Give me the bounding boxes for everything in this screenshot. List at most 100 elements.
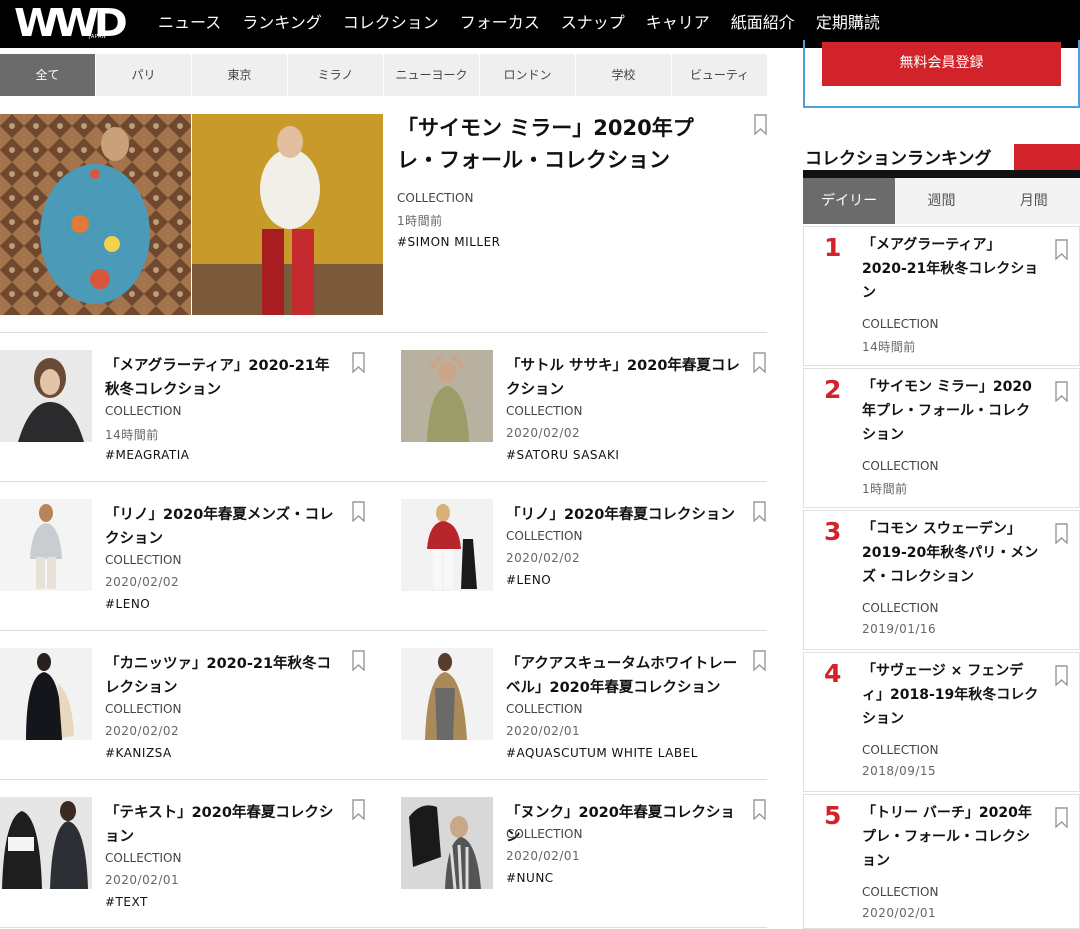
article-tag[interactable]: #LENO: [506, 573, 551, 587]
article-date: 2020/02/02: [506, 551, 581, 565]
wwd-logo[interactable]: WWD JAPAN: [14, 2, 138, 44]
rank-category[interactable]: COLLECTION: [862, 459, 938, 473]
article-title[interactable]: 「リノ」2020年春夏コレクション: [506, 503, 744, 527]
bookmark-icon[interactable]: [753, 650, 766, 671]
free-signup-button[interactable]: 無料会員登録: [822, 42, 1061, 86]
rank-category[interactable]: COLLECTION: [862, 317, 938, 331]
region-tab-school[interactable]: 学校: [576, 54, 671, 96]
article-tag[interactable]: #TEXT: [105, 895, 148, 909]
bookmark-icon[interactable]: [754, 114, 767, 135]
nav-item-paper[interactable]: 紙面紹介: [731, 0, 795, 48]
article-thumbnail[interactable]: [401, 648, 493, 740]
article-card[interactable]: 「リノ」2020年春夏コレクション COLLECTION 2020/02/02 …: [401, 499, 771, 639]
article-card[interactable]: 「アクアスキュータムホワイトレーベル」2020年春夏コレクション COLLECT…: [401, 648, 771, 788]
rank-number: 1: [824, 233, 842, 262]
ranking-item[interactable]: 1 「メアグラーティア」2020-21年秋冬コレクション COLLECTION …: [803, 226, 1080, 366]
hero-category[interactable]: COLLECTION: [397, 191, 473, 205]
article-tag[interactable]: #MEAGRATIA: [105, 448, 190, 462]
article-thumbnail[interactable]: [0, 499, 92, 591]
bookmark-icon[interactable]: [352, 650, 365, 671]
bookmark-icon[interactable]: [1055, 239, 1068, 260]
region-tab-london[interactable]: ロンドン: [480, 54, 575, 96]
article-date: 2020/02/01: [506, 849, 581, 863]
region-tab-all[interactable]: 全て: [0, 54, 95, 96]
bookmark-icon[interactable]: [352, 501, 365, 522]
nav-item-collection[interactable]: コレクション: [343, 0, 439, 48]
article-title[interactable]: 「ヌンク」2020年春夏コレクション: [506, 801, 744, 849]
nav-item-career[interactable]: キャリア: [646, 0, 710, 48]
bookmark-icon[interactable]: [1055, 381, 1068, 402]
article-card[interactable]: 「ヌンク」2020年春夏コレクション COLLECTION 2020/02/01…: [401, 797, 771, 929]
tab-weekly[interactable]: 週間: [895, 178, 988, 224]
region-tab-newyork[interactable]: ニューヨーク: [384, 54, 479, 96]
article-title[interactable]: 「カニッツァ」2020-21年秋冬コレクション: [105, 652, 343, 700]
article-category[interactable]: COLLECTION: [105, 851, 181, 865]
article-tag[interactable]: #AQUASCUTUM WHITE LABEL: [506, 746, 698, 760]
hero-image[interactable]: [0, 114, 383, 315]
rank-category[interactable]: COLLECTION: [862, 885, 938, 899]
article-card[interactable]: 「リノ」2020年春夏メンズ・コレクション COLLECTION 2020/02…: [0, 499, 370, 639]
article-thumbnail[interactable]: [401, 350, 493, 442]
ranking-item[interactable]: 2 「サイモン ミラー」2020年プレ・フォール・コレクション COLLECTI…: [803, 368, 1080, 508]
nav-item-focus[interactable]: フォーカス: [460, 0, 540, 48]
article-tag[interactable]: #SATORU SASAKI: [506, 448, 619, 462]
article-category[interactable]: COLLECTION: [506, 827, 582, 841]
article-category[interactable]: COLLECTION: [105, 553, 181, 567]
article-title[interactable]: 「テキスト」2020年春夏コレクション: [105, 801, 343, 849]
logo-subtext: JAPAN: [89, 34, 107, 40]
article-tag[interactable]: #LENO: [105, 597, 150, 611]
article-thumbnail[interactable]: [401, 499, 493, 591]
tab-monthly[interactable]: 月間: [987, 178, 1080, 224]
bookmark-icon[interactable]: [1055, 807, 1068, 828]
rank-title[interactable]: 「メアグラーティア」2020-21年秋冬コレクション: [862, 233, 1042, 305]
article-category[interactable]: COLLECTION: [506, 702, 582, 716]
bookmark-icon[interactable]: [352, 352, 365, 373]
article-tag[interactable]: #NUNC: [506, 871, 554, 885]
tab-daily[interactable]: デイリー: [803, 178, 896, 224]
ranking-item[interactable]: 3 「コモン スウェーデン」2019-20年秋冬パリ・メンズ・コレクション CO…: [803, 510, 1080, 650]
rank-category[interactable]: COLLECTION: [862, 743, 938, 757]
region-tab-paris[interactable]: パリ: [96, 54, 191, 96]
rank-number: 5: [824, 801, 842, 830]
article-title[interactable]: 「リノ」2020年春夏メンズ・コレクション: [105, 503, 343, 551]
bookmark-icon[interactable]: [753, 799, 766, 820]
article-category[interactable]: COLLECTION: [105, 404, 181, 418]
bookmark-icon[interactable]: [352, 799, 365, 820]
bookmark-icon[interactable]: [1055, 665, 1068, 686]
rank-title[interactable]: 「トリー バーチ」2020年プレ・フォール・コレクション: [862, 801, 1042, 873]
rank-title[interactable]: 「サヴェージ × フェンディ」2018-19年秋冬コレクション: [862, 659, 1042, 731]
article-thumbnail[interactable]: [0, 648, 92, 740]
article-thumbnail[interactable]: [0, 797, 92, 889]
article-title[interactable]: 「メアグラーティア」2020-21年秋冬コレクション: [105, 354, 343, 402]
article-date: 2020/02/01: [506, 724, 581, 738]
bookmark-icon[interactable]: [753, 352, 766, 373]
article-card[interactable]: 「カニッツァ」2020-21年秋冬コレクション COLLECTION 2020/…: [0, 648, 370, 788]
article-thumbnail[interactable]: [0, 350, 92, 442]
article-tag[interactable]: #KANIZSA: [105, 746, 172, 760]
nav-item-snap[interactable]: スナップ: [561, 0, 625, 48]
ranking-item[interactable]: 5 「トリー バーチ」2020年プレ・フォール・コレクション COLLECTIO…: [803, 794, 1080, 929]
ranking-header-bar: [803, 170, 1080, 178]
rank-title[interactable]: 「コモン スウェーデン」2019-20年秋冬パリ・メンズ・コレクション: [862, 517, 1042, 589]
article-thumbnail[interactable]: [401, 797, 493, 889]
article-card[interactable]: 「テキスト」2020年春夏コレクション COLLECTION 2020/02/0…: [0, 797, 370, 929]
article-title[interactable]: 「アクアスキュータムホワイトレーベル」2020年春夏コレクション: [506, 652, 744, 700]
rank-title[interactable]: 「サイモン ミラー」2020年プレ・フォール・コレクション: [862, 375, 1042, 447]
ranking-item[interactable]: 4 「サヴェージ × フェンディ」2018-19年秋冬コレクション COLLEC…: [803, 652, 1080, 792]
region-tab-tokyo[interactable]: 東京: [192, 54, 287, 96]
region-tab-beauty[interactable]: ビューティ: [672, 54, 767, 96]
region-tab-milan[interactable]: ミラノ: [288, 54, 383, 96]
article-card[interactable]: 「サトル ササキ」2020年春夏コレクション COLLECTION 2020/0…: [401, 350, 771, 490]
article-category[interactable]: COLLECTION: [506, 529, 582, 543]
rank-category[interactable]: COLLECTION: [862, 601, 938, 615]
article-category[interactable]: COLLECTION: [105, 702, 181, 716]
hero-tag[interactable]: #SIMON MILLER: [397, 235, 500, 249]
bookmark-icon[interactable]: [753, 501, 766, 522]
hero-title[interactable]: 「サイモン ミラー」2020年プレ・フォール・コレクション: [397, 112, 727, 176]
article-category[interactable]: COLLECTION: [506, 404, 582, 418]
bookmark-icon[interactable]: [1055, 523, 1068, 544]
article-title[interactable]: 「サトル ササキ」2020年春夏コレクション: [506, 354, 744, 402]
article-card[interactable]: 「メアグラーティア」2020-21年秋冬コレクション COLLECTION 14…: [0, 350, 370, 490]
nav-item-ranking[interactable]: ランキング: [242, 0, 322, 48]
nav-item-news[interactable]: ニュース: [158, 0, 221, 48]
